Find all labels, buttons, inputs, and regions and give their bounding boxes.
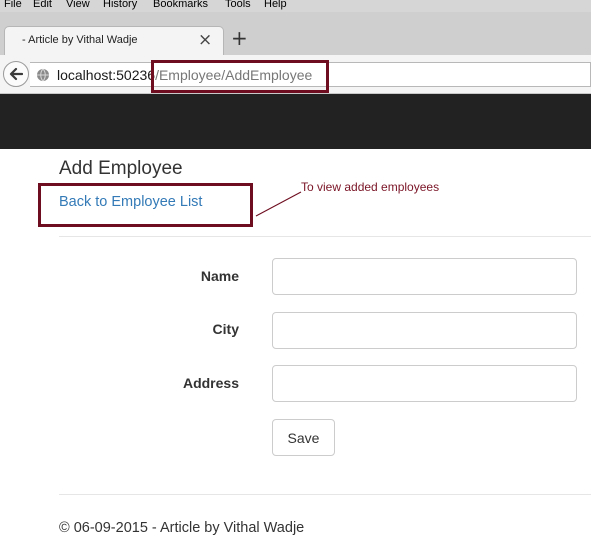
menu-history[interactable]: History [103, 0, 137, 10]
site-navbar [0, 94, 591, 149]
address-label: Address [182, 375, 239, 391]
save-button[interactable]: Save [272, 419, 335, 456]
plus-icon[interactable]: + [231, 27, 248, 49]
menu-bookmarks[interactable]: Bookmarks [153, 0, 208, 10]
menu-view[interactable]: View [66, 0, 90, 10]
city-label: City [212, 321, 239, 337]
footer-text: © 06-09-2015 - Article by Vithal Wadje [59, 520, 305, 536]
back-button[interactable] [3, 61, 29, 87]
browser-tab[interactable]: - Article by Vithal Wadje × [4, 26, 224, 55]
tab-strip: - Article by Vithal Wadje × + [0, 12, 591, 55]
footer-divider [59, 494, 591, 495]
globe-icon [37, 68, 49, 82]
page-title: Add Employee [59, 158, 183, 179]
menu-file[interactable]: File [4, 0, 22, 10]
tab-title: - Article by Vithal Wadje [22, 34, 138, 46]
menu-tools[interactable]: Tools [225, 0, 251, 10]
city-input[interactable] [272, 312, 577, 349]
url-highlight-box [151, 60, 329, 93]
menu-edit[interactable]: Edit [33, 0, 52, 10]
arrow-left-icon [9, 67, 23, 81]
browser-menubar: File Edit View History Bookmarks Tools H… [0, 0, 591, 12]
address-input[interactable] [272, 365, 577, 402]
close-icon[interactable]: × [198, 31, 212, 49]
link-highlight-box [38, 183, 253, 227]
menu-help[interactable]: Help [264, 0, 287, 10]
annotation-text: To view added employees [301, 180, 440, 194]
url-host: localhost:50236 [57, 67, 156, 83]
divider [59, 236, 591, 237]
name-label: Name [200, 268, 239, 284]
name-input[interactable] [272, 258, 577, 295]
